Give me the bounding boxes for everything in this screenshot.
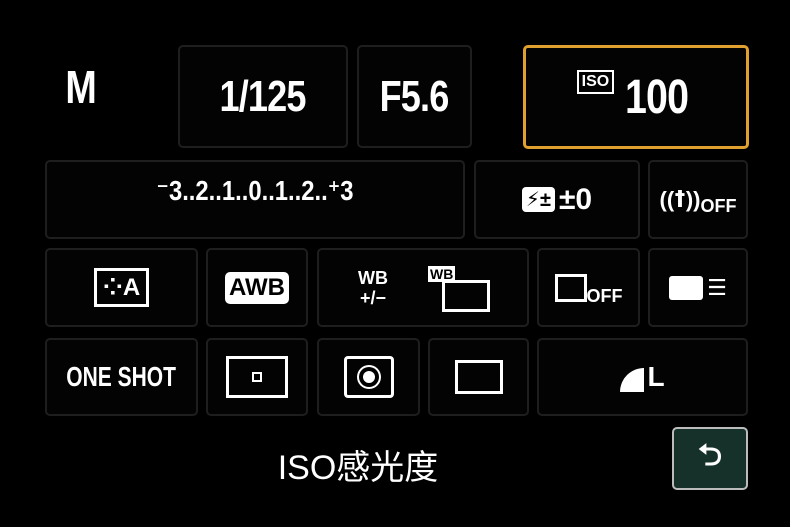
drive-mode-button[interactable]: [428, 338, 529, 416]
wb-shift-bottom: +/−: [359, 287, 387, 308]
camera-icon: [669, 275, 704, 300]
image-quality-value: L: [647, 361, 665, 392]
shooting-mode: M: [65, 61, 96, 113]
metering-mode-button[interactable]: [317, 338, 420, 416]
face-priority-value: OFF: [586, 286, 623, 306]
camera-settings-button[interactable]: ☰: [648, 248, 748, 327]
shutter-speed-button[interactable]: 1/125: [178, 45, 348, 148]
wireless-flash-value: OFF: [700, 196, 737, 216]
image-quality-button[interactable]: L: [537, 338, 748, 416]
flash-compensation-value: ±0: [558, 182, 593, 216]
wb-shift-top: WB: [358, 267, 388, 288]
single-shot-icon: [454, 360, 503, 394]
iso-value: 100: [625, 70, 689, 124]
list-icon: ☰: [707, 274, 727, 300]
af-area-button[interactable]: [206, 338, 308, 416]
wireless-signal-icon: ((ꝉ)): [659, 186, 701, 212]
exposure-level-scale[interactable]: ⁻3..2..1..0..1..2..⁺3: [45, 160, 465, 239]
wb-shift-bracket-button[interactable]: WB +/− WB: [317, 248, 529, 327]
return-arrow-icon: ⮌: [697, 439, 723, 472]
shutter-speed-value: 1/125: [219, 71, 307, 121]
evaluative-metering-icon: [343, 356, 394, 398]
picture-style-button[interactable]: ⁘A: [45, 248, 198, 327]
quick-control-screen: M 1/125 F5.6 ISO 100 ⁻3..2..1..0..1..2..…: [0, 0, 790, 527]
fine-quality-icon: [620, 368, 645, 392]
iso-badge: ISO: [576, 70, 615, 94]
exposure-scale-text: ⁻3..2..1..0..1..2..⁺3: [156, 175, 354, 206]
flash-compensation-icon: ⚡±: [521, 187, 555, 212]
picture-style-value: A: [122, 274, 141, 301]
return-button[interactable]: ⮌: [672, 427, 748, 490]
af-area-icon: [226, 356, 288, 398]
picture-style-icon: ⁘A: [93, 268, 150, 307]
wb-bracket-icon: WB: [428, 265, 490, 312]
wireless-flash-button[interactable]: ((ꝉ)) OFF: [648, 160, 748, 239]
af-mode-value: ONE SHOT: [66, 361, 177, 392]
face-priority-button[interactable]: OFF: [537, 248, 640, 327]
aperture-button[interactable]: F5.6: [357, 45, 472, 148]
selected-item-label: ISO感光度: [277, 449, 439, 487]
af-mode-button[interactable]: ONE SHOT: [45, 338, 198, 416]
iso-button[interactable]: ISO 100: [523, 45, 749, 149]
wb-shift-icon: WB +/−: [358, 268, 388, 308]
face-portrait-icon: [554, 273, 587, 302]
flash-compensation-button[interactable]: ⚡± ±0: [474, 160, 640, 239]
wb-bracket-label: WB: [428, 265, 456, 282]
white-balance-button[interactable]: AWB: [206, 248, 308, 327]
awb-icon: AWB: [225, 271, 289, 304]
aperture-value: F5.6: [380, 71, 450, 121]
